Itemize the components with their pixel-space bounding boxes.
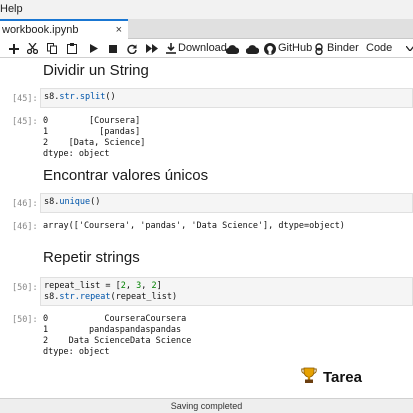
copy-icon[interactable] [47, 39, 57, 58]
code-token: () [105, 92, 116, 102]
code-method: unique [59, 197, 91, 207]
cut-icon[interactable] [27, 39, 38, 58]
add-cell-icon[interactable] [9, 39, 19, 58]
heading-repetir-strings: Repetir strings [43, 249, 140, 266]
cell-type-select[interactable]: Code [364, 39, 413, 58]
close-icon[interactable]: × [116, 21, 122, 39]
code-cell[interactable]: repeat_list = [2, 3, 2] s8.str.repeat(re… [40, 277, 413, 306]
restart-icon[interactable] [127, 39, 137, 58]
code-method: str.repeat [59, 292, 111, 302]
heading-dividir-string: Dividir un String [43, 62, 149, 79]
chevron-down-icon [406, 46, 413, 51]
out-prompt: [45]: [12, 117, 38, 127]
heading-valores-unicos: Encontrar valores únicos [43, 167, 209, 184]
code-token: s8. [44, 92, 60, 102]
in-prompt: [50]: [12, 283, 38, 293]
binder-button[interactable]: Binder [313, 39, 359, 58]
code-token: (repeat_list) [110, 292, 178, 302]
trophy-icon [301, 367, 317, 388]
status-text: Saving completed [170, 401, 243, 411]
code-token: repeat_list = [ [44, 281, 121, 291]
code-method: str.split [59, 92, 106, 102]
tab-workbook[interactable]: workbook.ipynb × [0, 19, 128, 40]
cell-type-value: Code [366, 42, 393, 54]
tab-title: workbook.ipynb [2, 24, 79, 36]
cell-output: array(['Coursera', 'pandas', 'Data Scien… [43, 221, 345, 231]
menu-help[interactable]: Help [0, 3, 23, 15]
github-button[interactable]: GitHub [264, 39, 312, 58]
out-prompt: [50]: [12, 315, 38, 325]
in-prompt: [46]: [12, 199, 38, 209]
tab-bar: workbook.ipynb × [0, 19, 413, 40]
cell-output: 0 [Coursera] 1 [pandas] 2 [Data, Science… [43, 116, 146, 159]
code-number: 3 [136, 281, 142, 291]
run-icon[interactable] [90, 39, 98, 58]
cell-output: 0 CourseraCoursera 1 pandaspandaspandas … [43, 314, 192, 357]
stop-icon[interactable] [109, 39, 117, 58]
cloud-upload-icon[interactable] [246, 39, 259, 58]
tarea-text: Tarea [323, 369, 362, 386]
code-token: s8. [44, 292, 60, 302]
menu-bar: Help [0, 0, 413, 19]
download-label: Download [178, 42, 227, 54]
code-token: s8. [44, 197, 60, 207]
github-label: GitHub [278, 42, 313, 54]
code-cell[interactable]: s8.unique() [40, 193, 413, 213]
binder-label: Binder [327, 42, 359, 54]
paste-icon[interactable] [67, 39, 77, 58]
download-button[interactable]: Download [166, 39, 227, 58]
code-cell[interactable]: s8.str.split() [40, 88, 413, 108]
status-bar: Saving completed [0, 398, 413, 413]
out-prompt: [46]: [12, 222, 38, 232]
tarea-label: Tarea [301, 367, 362, 388]
code-token: () [90, 197, 101, 207]
code-token: ] [156, 281, 162, 291]
notebook-toolbar: Download GitHub Binder Code [0, 39, 413, 58]
fast-forward-icon[interactable] [146, 39, 158, 58]
in-prompt: [45]: [12, 94, 38, 104]
cloud-download-icon[interactable] [226, 39, 239, 58]
code-line: s8.str.repeat(repeat_list) [44, 292, 409, 303]
code-line: repeat_list = [2, 3, 2] [44, 281, 162, 291]
code-number: 2 [120, 281, 126, 291]
